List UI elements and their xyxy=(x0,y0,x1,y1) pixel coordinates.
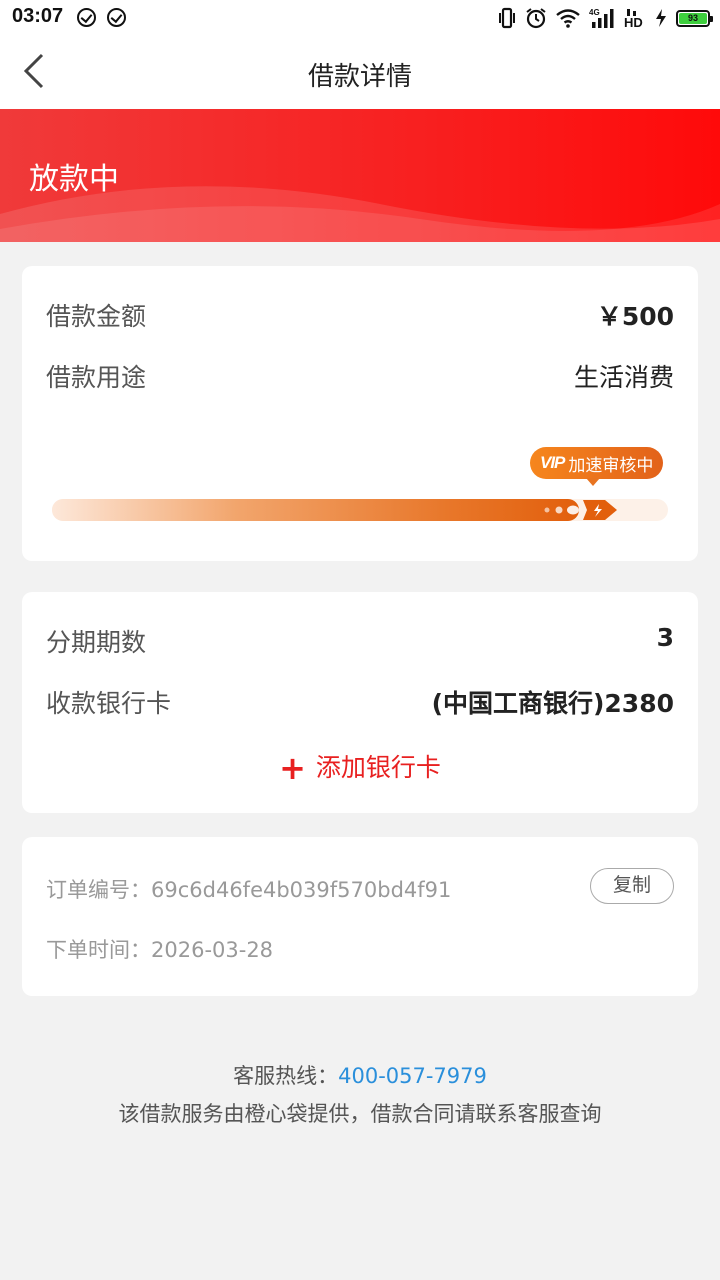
vip-review-badge: VIP 加速审核中 xyxy=(530,447,664,486)
status-icons: 4G HD 93 xyxy=(498,5,713,31)
copy-button[interactable]: 复制 xyxy=(590,868,674,904)
vibrate-icon xyxy=(499,7,515,29)
order-number-label: 订单编号： xyxy=(46,878,151,902)
loan-status: 放款中 xyxy=(29,162,119,197)
charging-icon xyxy=(656,9,666,27)
status-banner: 放款中 xyxy=(0,109,720,242)
hd-icon: HD xyxy=(624,9,643,29)
app-header: 借款详情 xyxy=(0,36,720,109)
vip-tag: VIP xyxy=(540,453,565,472)
hotline-link[interactable]: 400-057-7979 xyxy=(338,1064,487,1088)
bank-card-label: 收款银行卡 xyxy=(46,689,172,718)
rocket-icon xyxy=(544,500,617,520)
alarm-icon xyxy=(526,8,546,29)
check-circle-icon xyxy=(77,8,96,27)
status-bar: 03:07 4G HD 93 xyxy=(0,0,720,36)
svg-text:HD: HD xyxy=(624,15,643,29)
add-bank-card-label: 添加银行卡 xyxy=(315,753,441,782)
review-progress-fill xyxy=(52,499,579,521)
svg-text:4G: 4G xyxy=(589,8,600,17)
review-progress-bar xyxy=(52,499,668,521)
status-time: 03:07 xyxy=(12,5,64,27)
order-number-value: 69c6d46fe4b039f570bd4f91 xyxy=(151,878,452,902)
page-title: 借款详情 xyxy=(307,62,412,92)
add-bank-card-button[interactable]: + 添加银行卡 xyxy=(22,748,698,787)
periods-value: 3 xyxy=(656,623,674,652)
order-time-label: 下单时间： xyxy=(46,938,151,962)
loan-amount-value: ￥500 xyxy=(596,302,674,331)
order-time-row: 下单时间：2026-03-28 xyxy=(46,934,273,964)
periods-label: 分期期数 xyxy=(46,628,147,657)
battery-level: 93 xyxy=(679,12,707,24)
installment-card: 分期期数 3 收款银行卡 (中国工商银行)2380 + 添加银行卡 xyxy=(22,592,698,813)
loan-amount-row: 借款金额 ￥500 xyxy=(46,297,674,337)
loan-purpose-row: 借款用途 生活消费 xyxy=(46,358,674,398)
check-circle-icon xyxy=(107,8,126,27)
order-time-value: 2026-03-28 xyxy=(151,938,274,962)
periods-row: 分期期数 3 xyxy=(46,623,674,663)
battery-icon: 93 xyxy=(676,9,713,27)
vip-status-text: 加速审核中 xyxy=(568,455,654,476)
order-number-row: 订单编号：69c6d46fe4b039f570bd4f91 xyxy=(46,874,451,904)
footer: 客服热线：400-057-7979 该借款服务由橙心袋提供，借款合同请联系客服查… xyxy=(0,1060,720,1128)
bank-card-value: (中国工商银行)2380 xyxy=(431,689,674,718)
loan-purpose-label: 借款用途 xyxy=(46,363,147,392)
loan-amount-label: 借款金额 xyxy=(46,302,147,331)
hotline-label: 客服热线： xyxy=(233,1064,339,1088)
order-info-card: 订单编号：69c6d46fe4b039f570bd4f91 复制 下单时间：20… xyxy=(22,837,698,996)
plus-icon: + xyxy=(279,749,306,787)
service-disclaimer: 该借款服务由橙心袋提供，借款合同请联系客服查询 xyxy=(118,1102,602,1126)
bank-card-row: 收款银行卡 (中国工商银行)2380 xyxy=(46,684,674,724)
loan-purpose-value: 生活消费 xyxy=(573,363,674,392)
loan-info-card: 借款金额 ￥500 借款用途 生活消费 VIP 加速审核中 xyxy=(22,266,698,561)
wifi-icon xyxy=(556,9,580,28)
signal-4g-icon: 4G xyxy=(589,8,614,28)
hotline-row: 客服热线：400-057-7979 xyxy=(0,1060,720,1090)
